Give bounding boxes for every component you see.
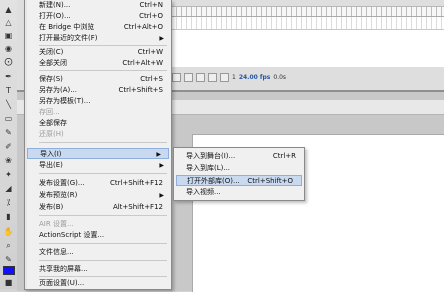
menu-item-import[interactable]: 导入(I) ▶ [27, 148, 169, 159]
menu-separator [39, 260, 167, 261]
line-tool-icon[interactable]: ╲ [2, 99, 15, 110]
menu-separator [39, 70, 167, 71]
menu-item-new[interactable]: 新建(N)... Ctrl+N [25, 0, 171, 11]
menu-item-save-all[interactable]: 全部保存 [25, 118, 171, 129]
pencil-tool-icon[interactable]: ✎ [2, 127, 15, 138]
onion-skin-outlines-icon[interactable] [196, 73, 205, 82]
menu-item-publish[interactable]: 发布(B) Alt+Shift+F12 [25, 202, 171, 213]
menu-separator [39, 142, 167, 143]
eraser-tool-icon[interactable]: ▮ [2, 211, 15, 222]
modify-markers-icon[interactable] [220, 73, 229, 82]
timeline-status-bar: 1 24.00 fps 0.0s [172, 73, 286, 82]
menu-item-revert: 还原(H) [39, 130, 64, 138]
menu-item-save-as[interactable]: 另存为(A)... Ctrl+Shift+S [25, 85, 171, 96]
onion-skin-icon[interactable] [184, 73, 193, 82]
menu-item-publish-settings[interactable]: 发布设置(G)... Ctrl+Shift+F12 [25, 178, 171, 189]
menu-item-share-my-screen[interactable]: 共享我的屏幕... [25, 264, 171, 275]
submenu-arrow-icon: ▶ [159, 35, 164, 42]
current-frame: 1 [232, 74, 236, 81]
menu-separator [39, 215, 167, 216]
tools-panel: ▲ △ ▣ ◉ ⨀ ✒ T ╲ ▭ ✎ ✐ ❀ ✦ ◢ ⁒ ▮ ✋ ⌕ ✎ ■ [0, 0, 18, 289]
menu-item-browse-in-bridge[interactable]: 在 Bridge 中浏览 Ctrl+Alt+O [25, 22, 171, 33]
deco-tool-icon[interactable]: ❀ [2, 155, 15, 166]
menu-separator [39, 45, 167, 46]
lasso-tool-icon[interactable]: ⨀ [2, 56, 15, 67]
timeline-frames[interactable] [167, 6, 444, 67]
menu-item-export[interactable]: 导出(E) ▶ [25, 160, 171, 171]
layer-frame-row[interactable] [167, 17, 444, 30]
menu-separator [39, 173, 167, 174]
selection-tool-icon[interactable]: ▲ [2, 4, 15, 15]
brush-tool-icon[interactable]: ✐ [2, 141, 15, 152]
center-frame-icon[interactable] [172, 73, 181, 82]
menu-item-page-setup[interactable]: 页面设置(U)... [25, 278, 171, 289]
submenu-arrow-icon: ▶ [156, 151, 161, 158]
menu-item-actionscript-settings[interactable]: ActionScript 设置... [25, 230, 171, 241]
free-transform-tool-icon[interactable]: ▣ [2, 30, 15, 41]
import-submenu: 导入到舞台(I)... Ctrl+R 导入到库(L)... 打开外部库(O)..… [173, 147, 305, 201]
menu-separator [39, 243, 167, 244]
pen-tool-icon[interactable]: ✒ [2, 71, 15, 82]
menu-item-import-to-stage[interactable]: 导入到舞台(I)... Ctrl+R [174, 151, 304, 162]
bone-tool-icon[interactable]: ✦ [2, 169, 15, 180]
menu-item-air-settings: AIR 设置... [39, 220, 74, 228]
menu-item-import-video[interactable]: 导入视频... [174, 187, 304, 198]
menu-item-open-recent[interactable]: 打开最近的文件(F) ▶ [25, 33, 171, 44]
rectangle-tool-icon[interactable]: ▭ [2, 113, 15, 124]
menu-item-publish-preview[interactable]: 发布预览(R) ▶ [25, 190, 171, 201]
frame-ruler[interactable] [167, 7, 444, 17]
eyedropper-tool-icon[interactable]: ⁒ [2, 197, 15, 208]
menu-item-open[interactable]: 打开(O)... Ctrl+O [25, 11, 171, 22]
menu-item-open-external-library[interactable]: 打开外部库(O)... Ctrl+Shift+O [176, 175, 302, 186]
text-tool-icon[interactable]: T [2, 85, 15, 96]
menu-item-save-as-template[interactable]: 另存为模板(T)... [25, 96, 171, 107]
menu-item-save[interactable]: 保存(S) Ctrl+S [25, 74, 171, 85]
menu-item-file-info[interactable]: 文件信息... [25, 247, 171, 258]
swap-colors-icon[interactable]: ■ [2, 277, 15, 288]
menu-item-close-all[interactable]: 全部关闭 Ctrl+Alt+W [25, 58, 171, 69]
submenu-arrow-icon: ▶ [159, 192, 164, 199]
3d-rotation-tool-icon[interactable]: ◉ [2, 43, 15, 54]
subselection-tool-icon[interactable]: △ [2, 17, 15, 28]
paint-bucket-tool-icon[interactable]: ◢ [2, 183, 15, 194]
stroke-color-pencil-icon[interactable]: ✎ [2, 254, 15, 265]
elapsed-time: 0.0s [273, 74, 287, 81]
zoom-tool-icon[interactable]: ⌕ [2, 240, 15, 251]
file-menu: 新建(N)... Ctrl+N 打开(O)... Ctrl+O 在 Bridge… [24, 0, 172, 290]
submenu-arrow-icon: ▶ [159, 162, 164, 169]
menu-item-import-to-library[interactable]: 导入到库(L)... [174, 163, 304, 174]
edit-multiple-frames-icon[interactable] [208, 73, 217, 82]
menu-item-close[interactable]: 关闭(C) Ctrl+W [25, 47, 171, 58]
menu-separator [39, 276, 167, 277]
menu-item-check-in: 存回... [39, 108, 60, 116]
hand-tool-icon[interactable]: ✋ [2, 226, 15, 237]
frame-rate[interactable]: 24.00 fps [239, 74, 271, 81]
fill-color-swatch[interactable] [3, 266, 15, 275]
